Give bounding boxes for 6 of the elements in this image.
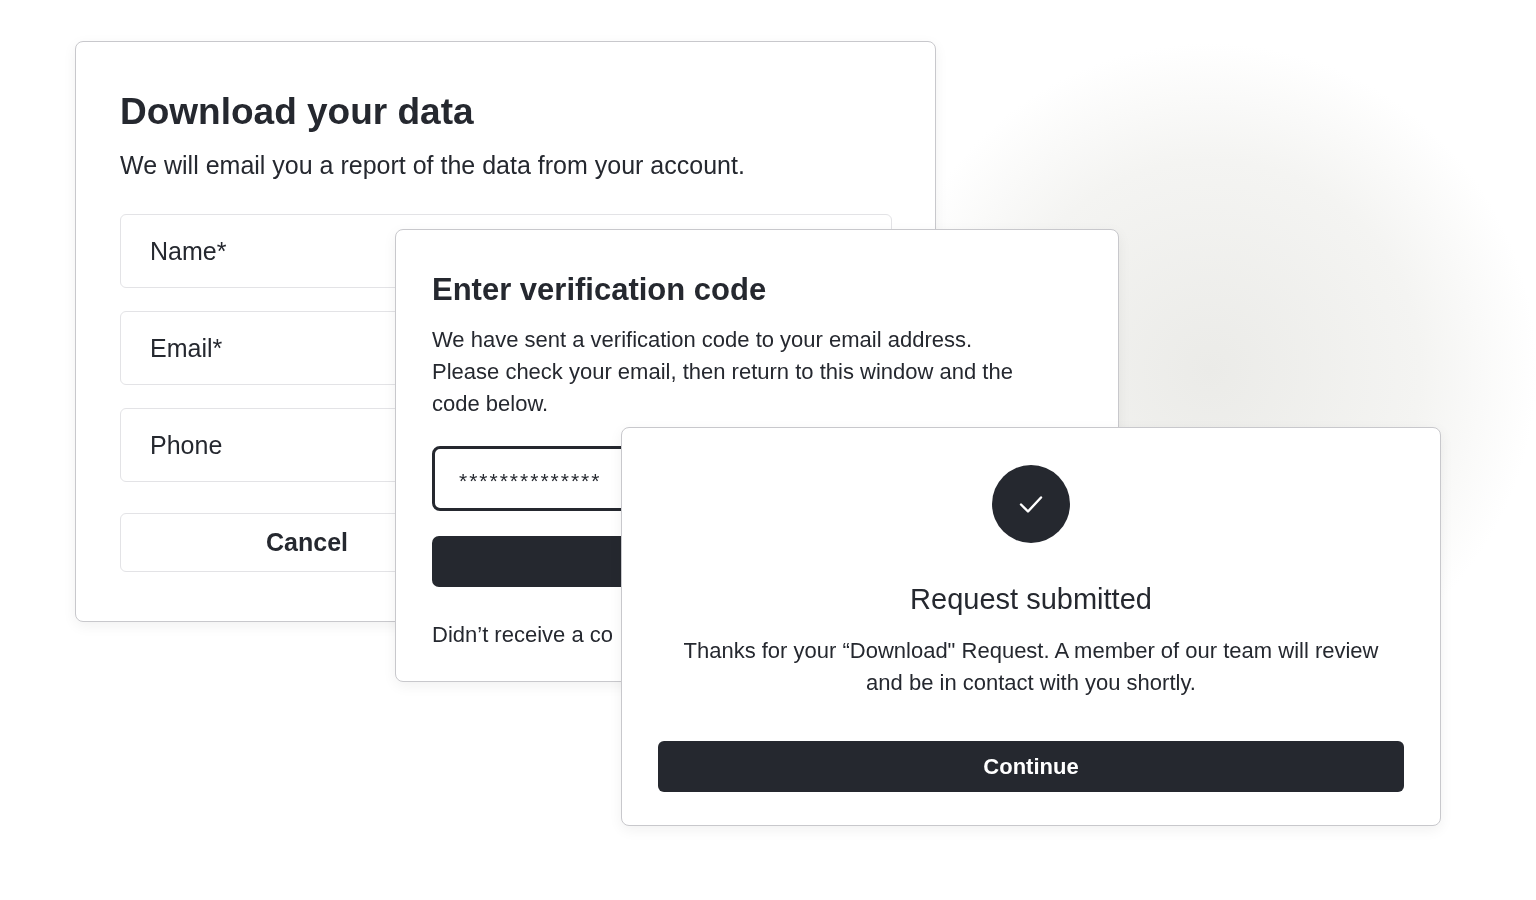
dialog-description: We will email you a report of the data from your account. (120, 150, 746, 180)
dialog-title: Request submitted (910, 582, 1152, 617)
resend-text: Didn’t receive a co (432, 621, 613, 649)
dialog-description: We have sent a verification code to your email address. Please check your email, then return to this window and the code below. (432, 326, 1014, 418)
dialog-message: Thanks for your “Download" Request. A member of our team will review and be in contact with you shortly. (682, 637, 1380, 697)
dialog-title: Download your data (120, 90, 475, 134)
